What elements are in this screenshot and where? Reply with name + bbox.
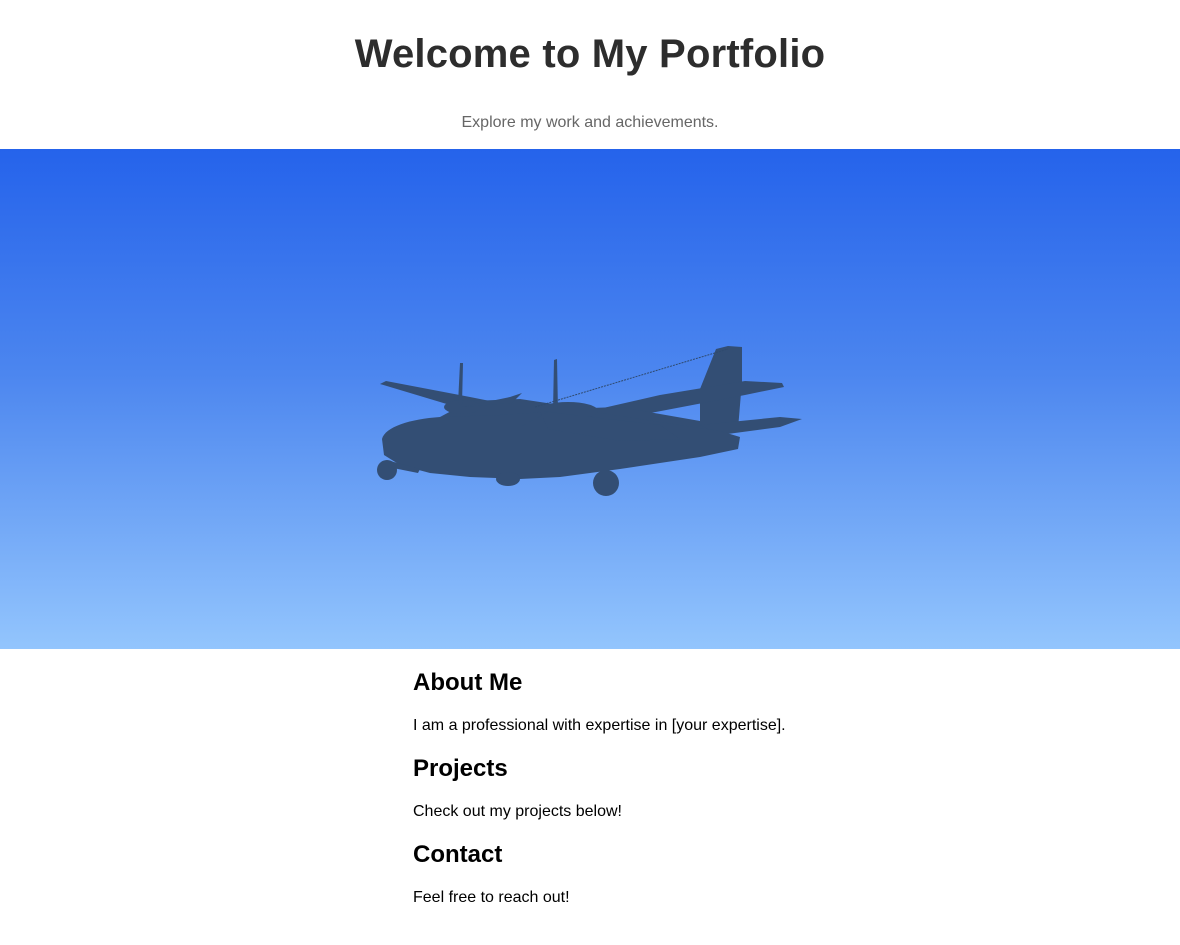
- portfolio-page: Welcome to My Portfolio Explore my work …: [0, 0, 1180, 945]
- section-heading-projects: Projects: [413, 755, 508, 782]
- section-text-contact: Feel free to reach out!: [413, 889, 570, 906]
- right-propeller-blade-up: [553, 359, 558, 411]
- section-heading-about: About Me: [413, 669, 523, 696]
- section-text-about: I am a professional with expertise in [y…: [413, 717, 786, 734]
- main-wheel-left: [496, 472, 520, 486]
- page-header: Welcome to My Portfolio Explore my work …: [0, 0, 1180, 149]
- page-subtitle: Explore my work and achievements.: [461, 114, 719, 131]
- page-title: Welcome to My Portfolio: [354, 32, 826, 76]
- section-heading-contact: Contact: [413, 841, 503, 868]
- airplane-illustration: [377, 346, 802, 496]
- hero-banner: [0, 149, 1180, 649]
- section-text-projects: Check out my projects below!: [413, 803, 622, 820]
